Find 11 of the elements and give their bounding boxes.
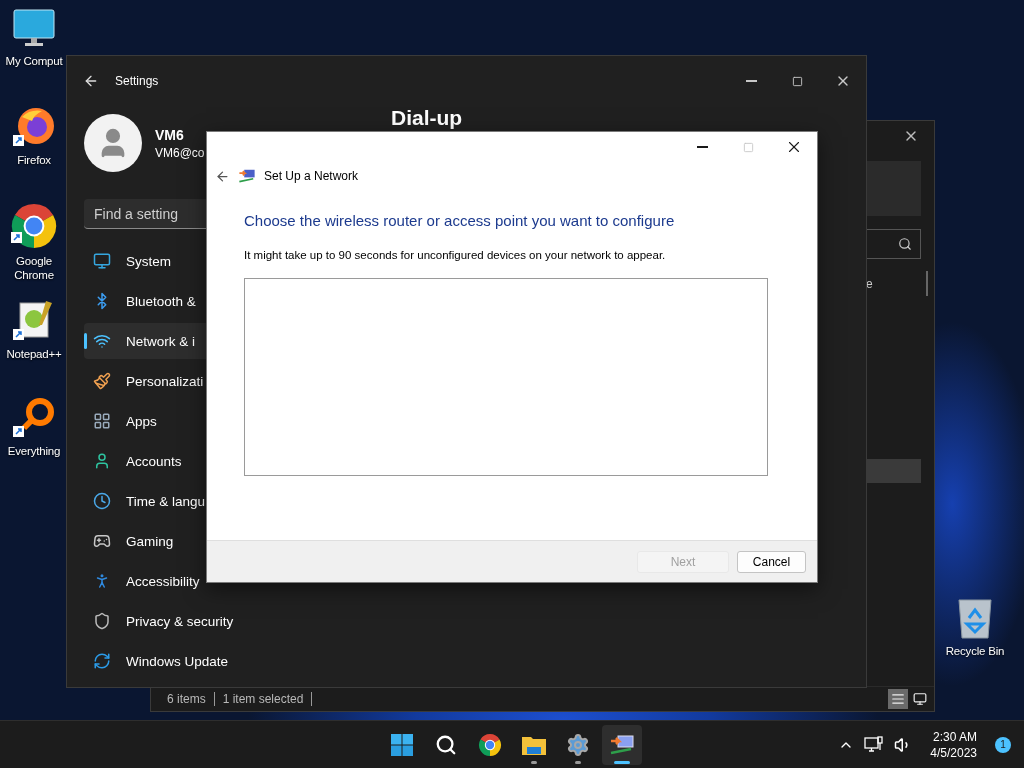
clock-date: 4/5/2023 <box>930 744 977 761</box>
dialog-title: Set Up a Network <box>264 169 359 183</box>
user-name: VM6 <box>155 126 185 143</box>
window-title: Settings <box>115 74 159 88</box>
status-text: 6 items <box>167 692 206 706</box>
status-text: 1 item selected <box>222 692 304 706</box>
clock-time: 2:30 AM <box>932 728 977 745</box>
user-email: VM6@co <box>155 145 205 160</box>
page-title: Dial-up <box>391 106 463 130</box>
column-header: e <box>866 277 873 291</box>
dialog-description: It might take up to 90 seconds for unconfigured devices on your network to appear. <box>244 249 667 261</box>
